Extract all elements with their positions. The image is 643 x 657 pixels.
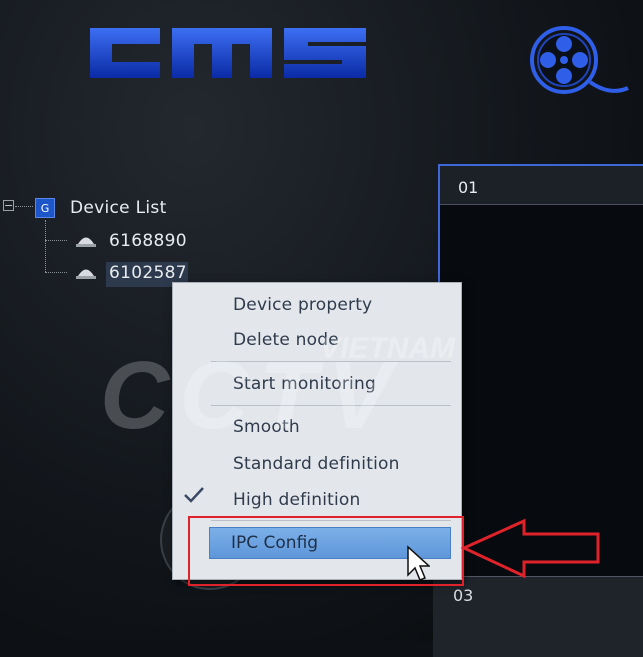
- video-panel-number: 03: [453, 586, 474, 605]
- film-reel-icon: [530, 26, 629, 94]
- device-list-label[interactable]: Device List: [70, 198, 167, 218]
- red-arrow-icon: [460, 518, 600, 579]
- menu-item-device-property[interactable]: Device property: [233, 295, 372, 315]
- device-item-6168890[interactable]: 6168890: [109, 231, 187, 251]
- watermark-main-text: CCTV: [100, 342, 401, 430]
- video-panel-number: 01: [458, 178, 479, 197]
- tree-connector: [45, 240, 67, 241]
- tree-connector: [15, 206, 33, 207]
- device-item-6102587[interactable]: 6102587: [109, 263, 187, 283]
- tree-connector: [45, 220, 46, 272]
- camera-device-icon: [76, 269, 96, 279]
- video-panel-header: 01: [440, 166, 643, 205]
- cms-logo: [90, 28, 366, 78]
- device-group-icon: G: [35, 198, 55, 218]
- menu-item-standard-definition[interactable]: Standard definition: [233, 454, 400, 474]
- menu-item-high-definition[interactable]: High definition: [233, 490, 361, 510]
- camera-device-icon: [76, 237, 96, 247]
- watermark-logo: VIETNAM CCTV: [100, 332, 456, 430]
- checkmark-icon: [184, 487, 204, 503]
- tree-connector: [45, 272, 67, 273]
- mouse-pointer-icon: [407, 545, 430, 581]
- video-panel-03[interactable]: 03: [433, 576, 643, 657]
- tree-collapse-toggle[interactable]: −: [3, 200, 14, 211]
